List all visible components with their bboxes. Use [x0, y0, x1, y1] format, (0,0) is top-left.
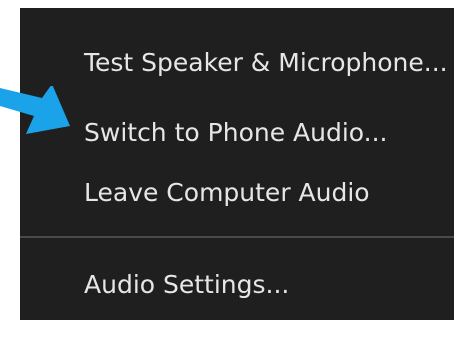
- menu-item-label: Audio Settings...: [84, 269, 290, 299]
- screenshot-stage: Test Speaker & Microphone... Switch to P…: [0, 0, 454, 340]
- menu-item-leave-computer-audio[interactable]: Leave Computer Audio: [20, 164, 454, 220]
- arrow-right-icon: [0, 86, 70, 134]
- menu-item-label: Test Speaker & Microphone...: [84, 47, 448, 77]
- menu-item-test-speaker-microphone[interactable]: Test Speaker & Microphone...: [20, 34, 454, 90]
- menu-separator: [20, 236, 454, 238]
- menu-item-switch-to-phone-audio[interactable]: Switch to Phone Audio...: [20, 104, 454, 160]
- menu-item-label: Switch to Phone Audio...: [84, 117, 388, 147]
- audio-context-menu: Test Speaker & Microphone... Switch to P…: [20, 8, 454, 320]
- menu-item-label: Leave Computer Audio: [84, 177, 370, 207]
- menu-item-audio-settings[interactable]: Audio Settings...: [20, 256, 454, 312]
